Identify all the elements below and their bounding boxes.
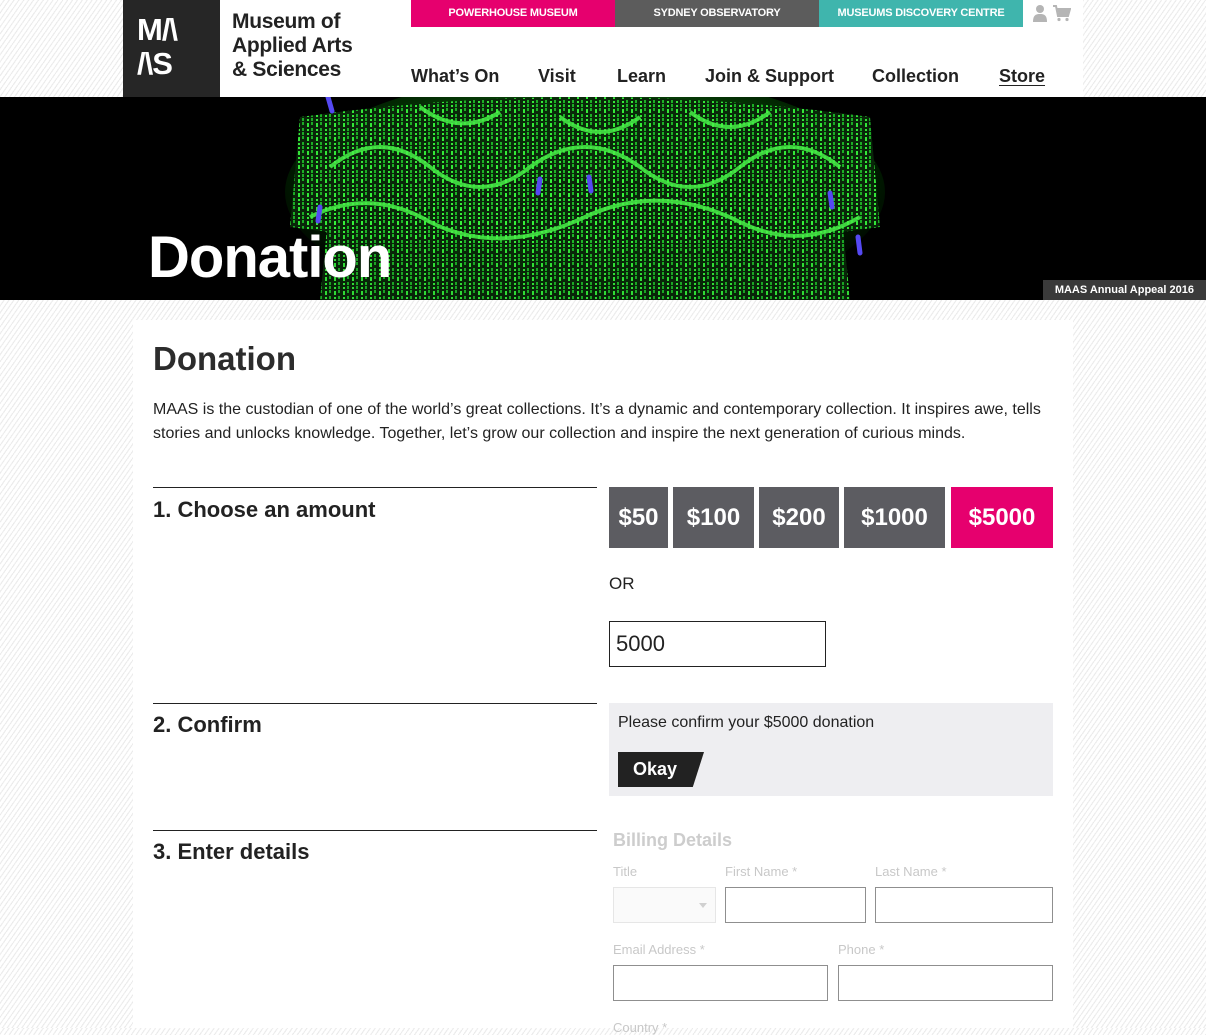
email-field[interactable]: [613, 965, 828, 1001]
maas-logo[interactable]: M/\ /\S: [123, 0, 220, 97]
first-name-label: First Name *: [725, 864, 798, 879]
logo-mark: M/\ /\S: [137, 12, 178, 81]
phone-field[interactable]: [838, 965, 1053, 1001]
venue-tab-powerhouse[interactable]: POWERHOUSE MUSEUM: [411, 0, 615, 27]
section-divider: [153, 830, 597, 831]
section-divider: [153, 487, 597, 488]
venue-tab-discovery-centre[interactable]: MUSEUMS DISCOVERY CENTRE: [819, 0, 1023, 27]
hero-caption: MAAS Annual Appeal 2016: [1042, 280, 1206, 300]
custom-amount-input[interactable]: [609, 621, 826, 667]
step-3-label: 3. Enter details: [153, 839, 310, 864]
page-title: Donation: [153, 340, 296, 377]
amount-100-button[interactable]: $100: [673, 487, 754, 548]
nav-whats-on[interactable]: What’s On: [411, 66, 499, 87]
amount-200-button[interactable]: $200: [759, 487, 839, 548]
last-name-field[interactable]: [875, 887, 1053, 923]
nav-learn[interactable]: Learn: [617, 66, 666, 87]
nav-collection[interactable]: Collection: [872, 66, 959, 87]
amount-1000-button[interactable]: $1000: [844, 487, 945, 548]
step-2-label: 2. Confirm: [153, 712, 262, 737]
chevron-down-icon: [699, 903, 707, 908]
first-name-field[interactable]: [725, 887, 866, 923]
nav-store[interactable]: Store: [999, 66, 1045, 87]
last-name-label: Last Name *: [875, 864, 947, 879]
okay-button[interactable]: Okay: [618, 752, 704, 787]
utility-links: [1033, 4, 1071, 22]
org-name[interactable]: Museum of Applied Arts & Sciences: [232, 10, 353, 82]
billing-details-form: Billing Details Title First Name * Last …: [609, 828, 1053, 1035]
nav-join-support[interactable]: Join & Support: [705, 66, 834, 87]
nav-visit[interactable]: Visit: [538, 66, 576, 87]
venue-bar: POWERHOUSE MUSEUM SYDNEY OBSERVATORY MUS…: [411, 0, 1023, 27]
user-icon[interactable]: [1033, 4, 1047, 22]
billing-title: Billing Details: [613, 830, 733, 850]
step-1-label: 1. Choose an amount: [153, 497, 376, 522]
site-header: M/\ /\S Museum of Applied Arts & Science…: [123, 0, 1083, 97]
hero-banner: Donation MAAS Annual Appeal 2016: [0, 97, 1206, 300]
hero-title: Donation: [148, 225, 392, 290]
or-label: OR: [609, 574, 635, 593]
section-divider: [153, 703, 597, 704]
confirm-message: Please confirm your $5000 donation: [618, 714, 875, 731]
amount-5000-button[interactable]: $5000: [951, 487, 1053, 548]
donation-form-card: Donation MAAS is the custodian of one of…: [133, 320, 1073, 1035]
cart-icon[interactable]: [1053, 4, 1071, 22]
title-label: Title: [613, 864, 638, 879]
amount-50-button[interactable]: $50: [609, 487, 668, 548]
venue-tab-observatory[interactable]: SYDNEY OBSERVATORY: [615, 0, 819, 27]
confirm-panel: Please confirm your $5000 donation Okay: [609, 703, 1053, 796]
title-select[interactable]: [613, 887, 716, 923]
email-label: Email Address *: [613, 942, 705, 957]
phone-label: Phone *: [838, 942, 885, 957]
intro-text: MAAS is the custodian of one of the worl…: [153, 401, 1041, 442]
